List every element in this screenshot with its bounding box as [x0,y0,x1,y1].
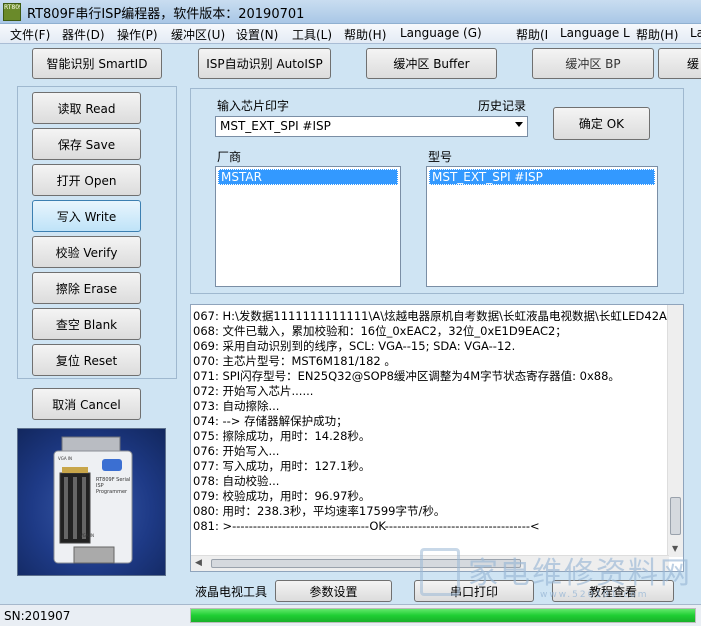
log-line: 070: 主芯片型号：MST6M181/182 。 [193,354,396,368]
progress-fill [191,609,695,622]
serial-number: SN:201907 [4,609,71,623]
vendor-list-item[interactable]: MSTAR [218,169,398,185]
ok-button[interactable]: 确定 OK [553,107,650,140]
log-line: 072: 开始写入芯片...... [193,384,314,398]
chip-input-label: 输入芯片印字 [217,99,290,113]
log-line: 068: 文件已载入，累加校验和：16位_0xEAC2，32位_0xE1D9EA… [193,324,567,338]
model-label: 型号 [428,150,453,164]
photo-label-name: RT809F Serial ISP Programmer [96,477,136,495]
menu-help-dup2[interactable]: 帮助(H) [636,26,678,43]
menu-tools[interactable]: 工具(L) [292,26,332,43]
vendor-list[interactable]: MSTAR [215,166,401,287]
watermark-url: www.520101.com [540,590,649,600]
log-content: 067: H:\发数据1111111111111\A\炫越电器原机自考数据\长虹… [193,309,667,555]
menu-help-dup[interactable]: 帮助(I [516,26,548,43]
vendor-label: 厂商 [217,150,242,164]
reset-button[interactable]: 复位 Reset [32,344,141,376]
menu-language[interactable]: Language (G) [400,26,482,40]
chip-combobox-value: MST_EXT_SPI #ISP [220,119,331,133]
verify-button[interactable]: 校验 Verify [32,236,141,268]
menu-settings[interactable]: 设置(N) [236,26,278,43]
log-line: 076: 开始写入... [193,444,280,458]
programmer-photo: VGA IN RT809F Serial ISP Programmer VGA I… [17,428,166,576]
write-button[interactable]: 写入 Write [32,200,141,232]
model-list-item[interactable]: MST_EXT_SPI #ISP [429,169,655,185]
cancel-button[interactable]: 取消 Cancel [32,388,141,420]
status-bar: SN:201907 [0,604,701,626]
watermark-text: 家电维修资料网 [468,556,692,591]
log-line: 067: H:\发数据1111111111111\A\炫越电器原机自考数据\长虹… [193,309,667,323]
log-line: 078: 自动校验... [193,474,280,488]
history-label: 历史记录 [478,99,527,113]
model-list[interactable]: MST_EXT_SPI #ISP [426,166,658,287]
blank-button[interactable]: 查空 Blank [32,308,141,340]
log-line: 069: 采用自动识别到的线序，SCL: VGA--15; SDA: VGA--… [193,339,516,353]
params-button[interactable]: 参数设置 [275,580,392,602]
window-title: RT809F串行ISP编程器，软件版本：20190701 [27,7,305,22]
erase-button[interactable]: 擦除 Erase [32,272,141,304]
save-button[interactable]: 保存 Save [32,128,141,160]
menu-buffer[interactable]: 缓冲区(U) [171,26,225,43]
progress-bar [190,608,696,623]
menu-language-dup2[interactable]: La [690,26,701,40]
log-area[interactable]: 067: H:\发数据1111111111111\A\炫越电器原机自考数据\长虹… [190,304,684,572]
smart-id-button[interactable]: 智能识别 SmartID [32,48,162,79]
menu-language-dup[interactable]: Language L [560,26,630,40]
edge-button[interactable]: 缓 [658,48,701,79]
log-line: 077: 写入成功，用时：127.1秒。 [193,459,371,473]
lcd-tools-label: 液晶电视工具 [195,585,268,599]
log-line: 075: 擦除成功，用时：14.28秒。 [193,429,371,443]
chevron-down-icon[interactable] [515,122,523,127]
log-line: 073: 自动擦除... [193,399,280,413]
menu-help[interactable]: 帮助(H) [344,26,386,43]
auto-isp-button[interactable]: ISP自动识别 AutoISP [198,48,331,79]
menu-operation[interactable]: 操作(P) [117,26,158,43]
scroll-left-icon[interactable]: ◀ [195,558,202,568]
photo-label-bottom: VGA IN [80,533,95,538]
log-line: 074: --> 存储器解保护成功； [193,414,348,428]
menu-file[interactable]: 文件(F) [10,26,50,43]
log-line: 080: 用时：238.3秒，平均速率17599字节/秒。 [193,504,446,518]
log-line: 081: >---------------------------------O… [193,519,540,533]
buffer-bp-button[interactable]: 缓冲区 BP [532,48,654,79]
app-icon: RT809F [3,3,21,21]
title-bar[interactable]: RT809F RT809F串行ISP编程器，软件版本：20190701 [0,0,701,24]
log-line: 071: SPI闪存型号：EN25Q32@SOP8缓冲区调整为4M字节状态寄存器… [193,369,620,383]
log-vertical-scrollbar[interactable]: ▼ [667,305,683,557]
read-button[interactable]: 读取 Read [32,92,141,124]
watermark-logo-icon [420,548,460,596]
menu-bar: 文件(F) 器件(D) 操作(P) 缓冲区(U) 设置(N) 工具(L) 帮助(… [0,24,701,44]
programmer-device-icon [53,436,133,564]
scrollbar-thumb[interactable] [670,497,681,535]
open-button[interactable]: 打开 Open [32,164,141,196]
log-line: 079: 校验成功，用时：96.97秒。 [193,489,371,503]
buffer-button[interactable]: 缓冲区 Buffer [366,48,497,79]
chip-combobox[interactable]: MST_EXT_SPI #ISP [215,116,528,137]
photo-label-top: VGA IN [58,456,73,461]
photo-label-line2: ISP Programmer [96,483,128,495]
menu-device[interactable]: 器件(D) [62,26,105,43]
